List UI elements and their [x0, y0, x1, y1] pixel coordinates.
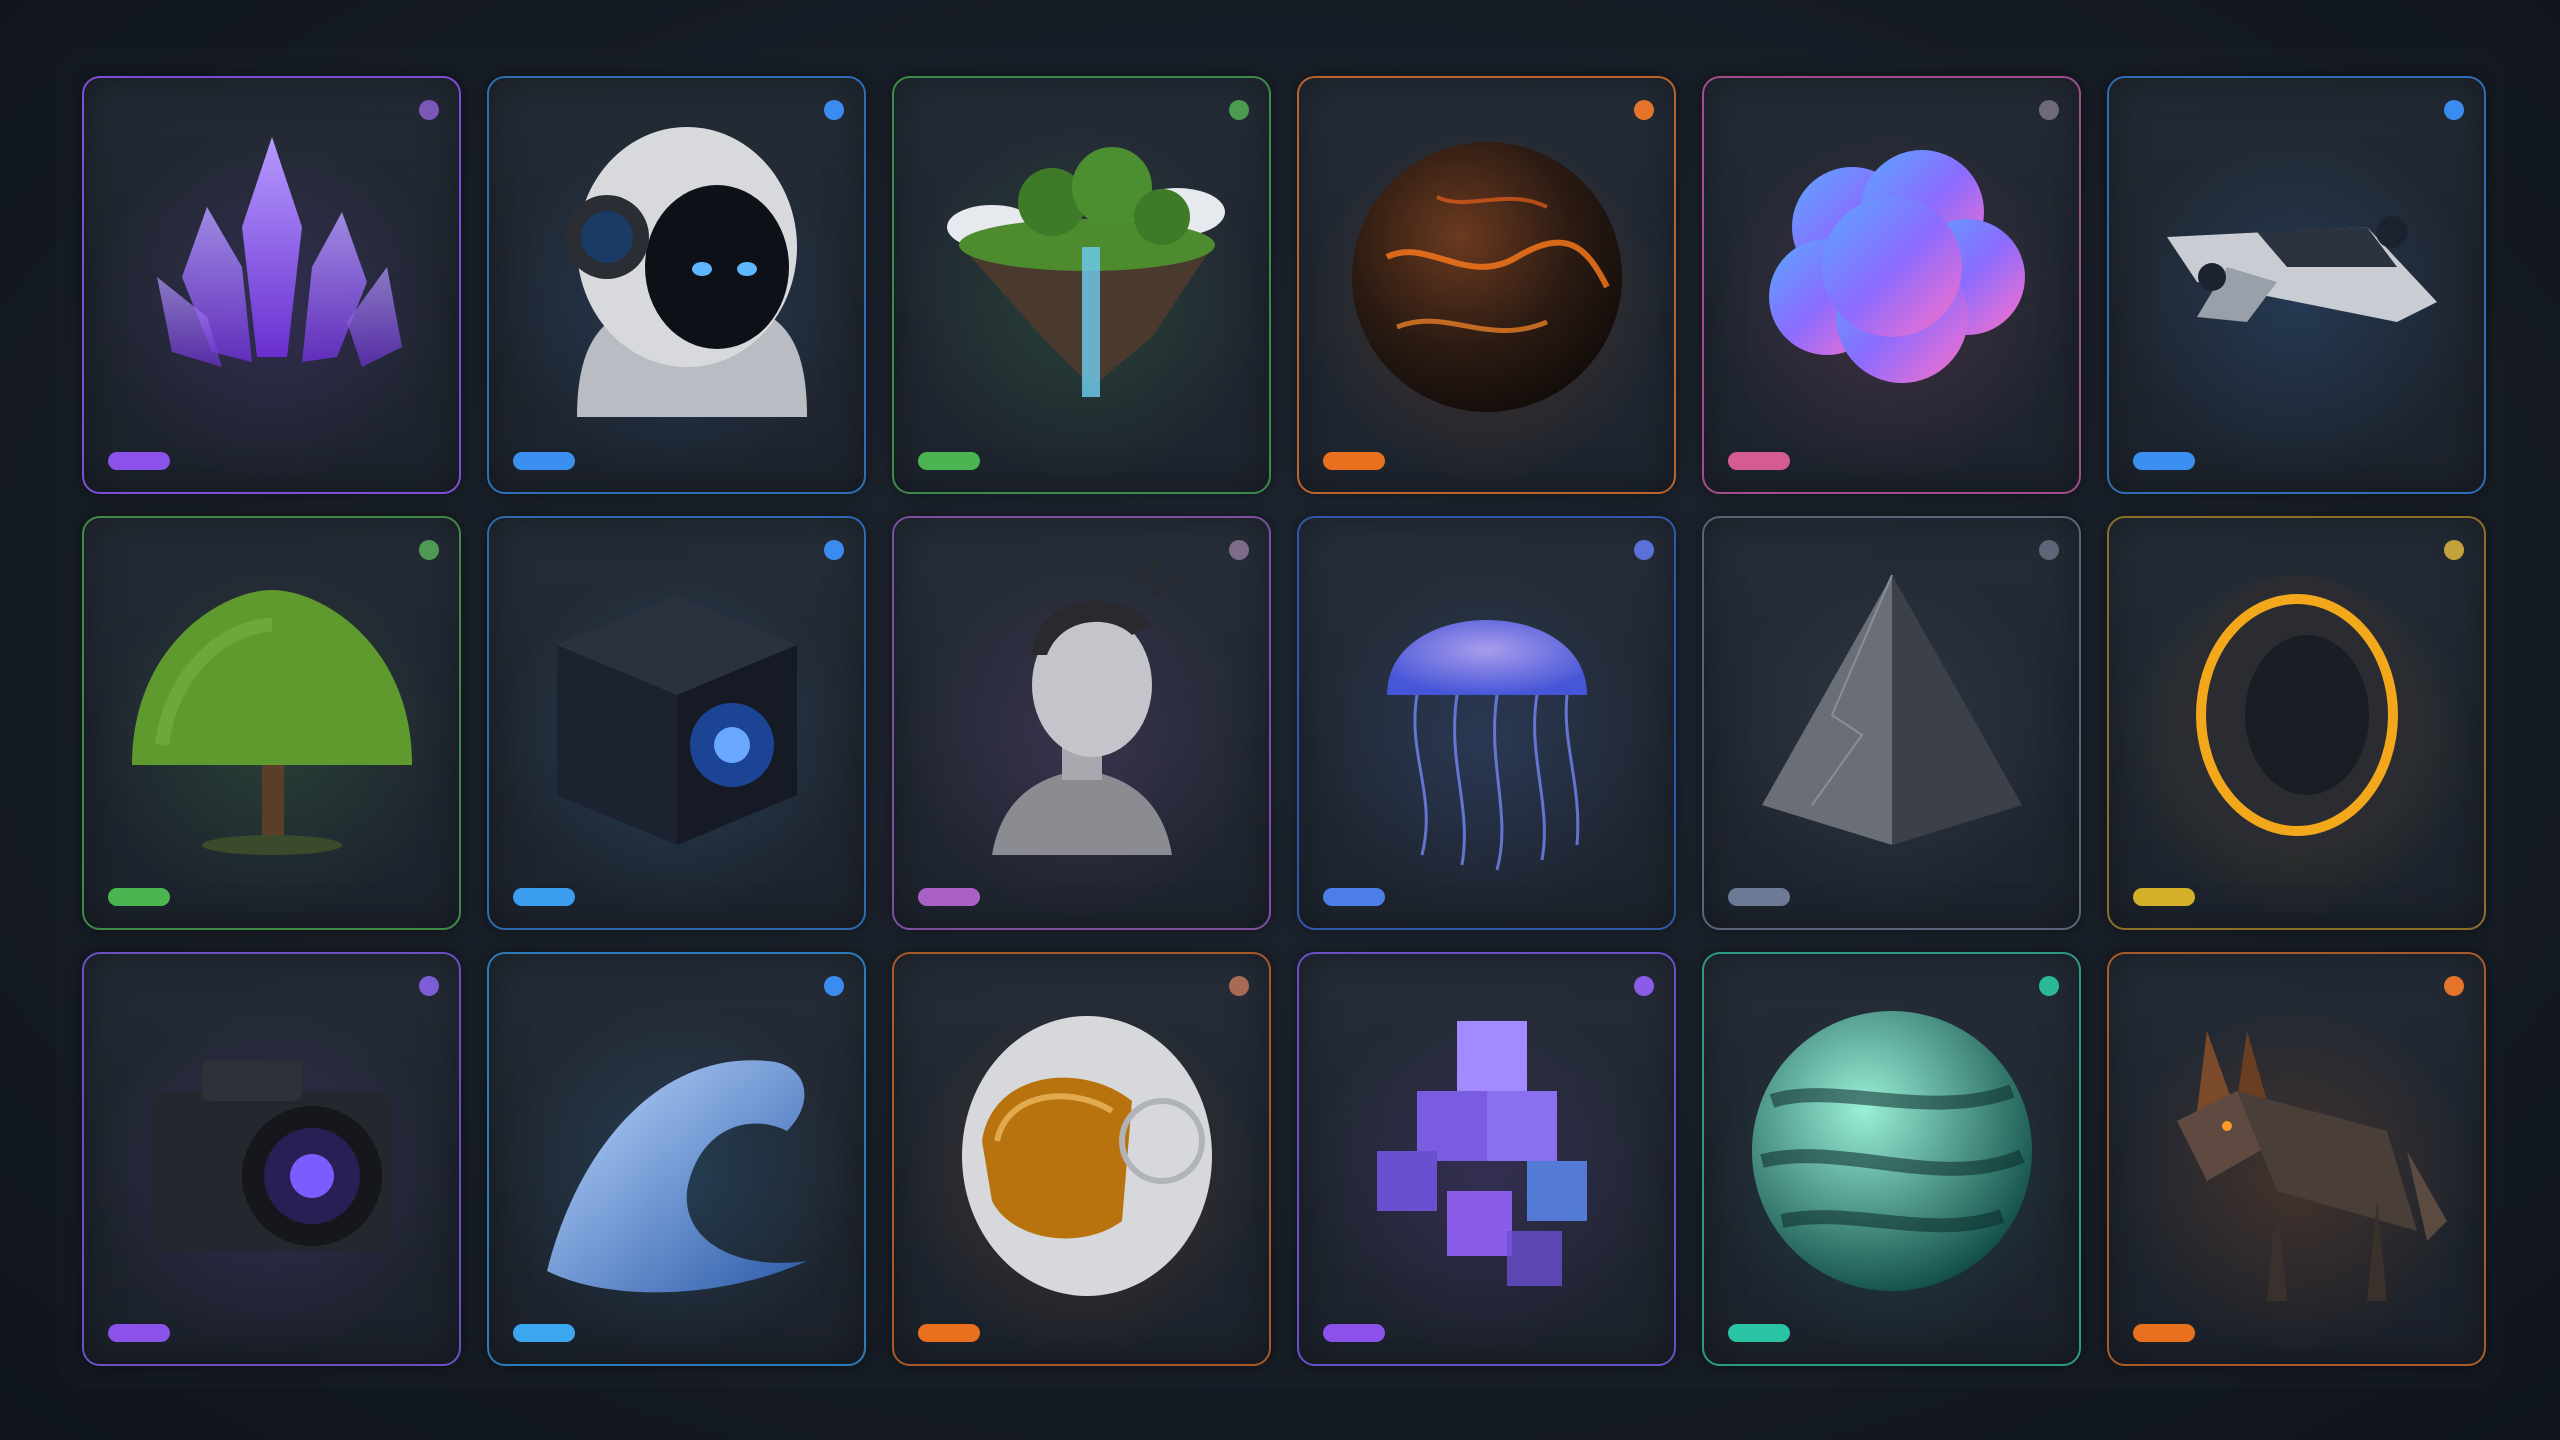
category-tag: [1728, 452, 1790, 470]
asset-card-golden-ring[interactable]: [2107, 516, 2486, 930]
status-dot: [2039, 100, 2059, 120]
floating-island-icon: [922, 117, 1242, 437]
category-tag: [918, 452, 980, 470]
status-dot: [1634, 100, 1654, 120]
low-poly-wolf-icon: [2137, 991, 2457, 1311]
asset-card-tech-cube[interactable]: [487, 516, 866, 930]
category-tag: [1323, 1324, 1385, 1342]
stone-pyramid-icon: [1732, 555, 2052, 875]
asset-card-jellyfish[interactable]: [1297, 516, 1676, 930]
jellyfish-icon: [1327, 555, 1647, 875]
asset-card-space-helmet[interactable]: [892, 952, 1271, 1366]
asset-card-stone-pyramid[interactable]: [1702, 516, 2081, 930]
robot-astronaut-head-icon: [517, 117, 837, 437]
asset-card-crystal[interactable]: [82, 76, 461, 494]
category-tag: [108, 1324, 170, 1342]
asset-card-tree[interactable]: [82, 516, 461, 930]
asset-card-pastel-cloud[interactable]: [1702, 76, 2081, 494]
status-dot: [419, 976, 439, 996]
asset-card-portrait-bust[interactable]: [892, 516, 1271, 930]
status-dot: [1229, 100, 1249, 120]
asset-card-lava-planet[interactable]: [1297, 76, 1676, 494]
gallery-background: [0, 0, 2560, 1440]
category-tag: [513, 452, 575, 470]
category-tag: [1728, 888, 1790, 906]
status-dot: [1229, 540, 1249, 560]
status-dot: [2444, 100, 2464, 120]
asset-card-ocean-wave[interactable]: [487, 952, 866, 1366]
status-dot: [419, 100, 439, 120]
status-dot: [1229, 976, 1249, 996]
teal-sphere-icon: [1732, 991, 2052, 1311]
pastel-cloud-icon: [1732, 117, 2052, 437]
status-dot: [824, 976, 844, 996]
asset-card-low-poly-wolf[interactable]: [2107, 952, 2486, 1366]
category-tag: [918, 1324, 980, 1342]
category-tag: [918, 888, 980, 906]
crystal-cluster-icon: [112, 117, 432, 437]
asset-card-voxel-cubes[interactable]: [1297, 952, 1676, 1366]
golden-ring-icon: [2137, 555, 2457, 875]
category-tag: [1323, 452, 1385, 470]
asset-grid: [82, 76, 2488, 1368]
category-tag: [2133, 888, 2195, 906]
portrait-bust-icon: [922, 555, 1242, 875]
category-tag: [108, 452, 170, 470]
tech-cube-icon: [517, 555, 837, 875]
voxel-cubes-icon: [1327, 991, 1647, 1311]
asset-card-camera[interactable]: [82, 952, 461, 1366]
category-tag: [108, 888, 170, 906]
spaceship-icon: [2137, 117, 2457, 437]
camera-icon: [112, 991, 432, 1311]
asset-card-spaceship[interactable]: [2107, 76, 2486, 494]
tree-icon: [112, 555, 432, 875]
status-dot: [2039, 540, 2059, 560]
ocean-wave-icon: [517, 991, 837, 1311]
status-dot: [824, 100, 844, 120]
status-dot: [824, 540, 844, 560]
status-dot: [2444, 976, 2464, 996]
status-dot: [1634, 540, 1654, 560]
asset-card-teal-sphere[interactable]: [1702, 952, 2081, 1366]
category-tag: [2133, 1324, 2195, 1342]
status-dot: [2039, 976, 2059, 996]
category-tag: [513, 888, 575, 906]
category-tag: [1728, 1324, 1790, 1342]
status-dot: [419, 540, 439, 560]
lava-planet-icon: [1327, 117, 1647, 437]
status-dot: [1634, 976, 1654, 996]
space-helmet-icon: [922, 991, 1242, 1311]
category-tag: [2133, 452, 2195, 470]
status-dot: [2444, 540, 2464, 560]
category-tag: [1323, 888, 1385, 906]
asset-card-robot-head[interactable]: [487, 76, 866, 494]
category-tag: [513, 1324, 575, 1342]
asset-card-floating-island[interactable]: [892, 76, 1271, 494]
